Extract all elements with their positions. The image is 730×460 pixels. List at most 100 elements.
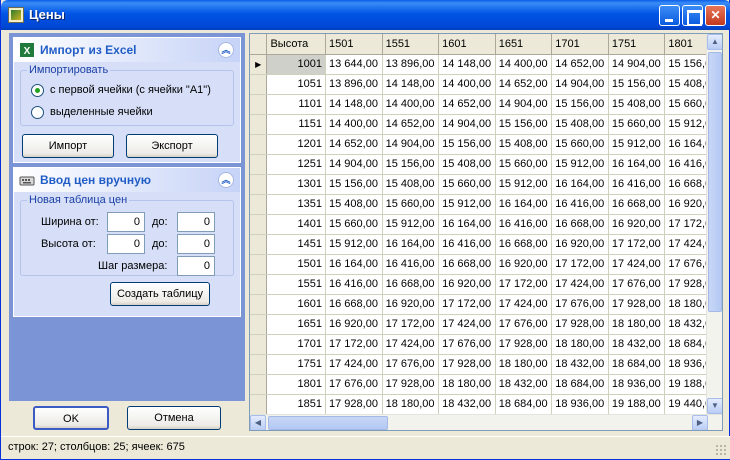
price-cell[interactable]: 17 676,00 bbox=[495, 314, 553, 335]
price-cell[interactable]: 17 172,00 bbox=[608, 234, 666, 255]
price-cell[interactable]: 14 904,00 bbox=[495, 94, 553, 115]
height-cell[interactable]: 1301 bbox=[266, 174, 327, 195]
price-cell[interactable]: 16 920,00 bbox=[438, 274, 496, 295]
price-cell[interactable]: 16 416,00 bbox=[438, 234, 496, 255]
price-cell[interactable]: 15 156,00 bbox=[325, 174, 383, 195]
price-cell[interactable]: 16 668,00 bbox=[438, 254, 496, 275]
close-button[interactable]: ✕ bbox=[705, 5, 726, 26]
create-table-button[interactable]: Создать таблицу bbox=[110, 282, 210, 306]
column-header[interactable]: 1601 bbox=[438, 34, 496, 55]
import-button[interactable]: Импорт bbox=[22, 134, 114, 158]
price-cell[interactable]: 17 172,00 bbox=[551, 254, 609, 275]
radio-first-cell-indicator[interactable] bbox=[31, 83, 44, 97]
scroll-up-icon[interactable]: ▲ bbox=[707, 34, 722, 50]
price-cell[interactable]: 17 676,00 bbox=[325, 374, 383, 395]
row-header[interactable] bbox=[250, 394, 268, 415]
table-row[interactable]: 1801 17 676,00 17 928,00 18 180,00 18 432,00… bbox=[250, 374, 722, 395]
price-cell[interactable]: 17 676,00 bbox=[438, 334, 496, 355]
price-cell[interactable]: 18 180,00 bbox=[495, 354, 553, 375]
price-cell[interactable]: 15 156,00 bbox=[438, 134, 496, 155]
table-row[interactable]: 1351 15 408,00 15 660,00 15 912,00 16 164,00… bbox=[250, 194, 722, 215]
price-cell[interactable]: 15 660,00 bbox=[325, 214, 383, 235]
row-header[interactable] bbox=[250, 74, 268, 95]
row-header[interactable] bbox=[250, 234, 268, 255]
price-cell[interactable]: 17 424,00 bbox=[382, 334, 440, 355]
price-cell[interactable]: 18 936,00 bbox=[551, 394, 609, 415]
price-cell[interactable]: 14 904,00 bbox=[608, 54, 666, 75]
price-cell[interactable]: 17 928,00 bbox=[495, 334, 553, 355]
price-cell[interactable]: 17 424,00 bbox=[325, 354, 383, 375]
price-cell[interactable]: 16 668,00 bbox=[608, 194, 666, 215]
ok-button[interactable]: OK bbox=[33, 406, 109, 430]
height-cell[interactable]: 1051 bbox=[266, 74, 327, 95]
row-header[interactable] bbox=[250, 334, 268, 355]
price-cell[interactable]: 17 172,00 bbox=[382, 314, 440, 335]
price-cell[interactable]: 14 400,00 bbox=[325, 114, 383, 135]
row-header[interactable] bbox=[250, 374, 268, 395]
price-cell[interactable]: 17 928,00 bbox=[438, 354, 496, 375]
price-cell[interactable]: 15 408,00 bbox=[551, 114, 609, 135]
price-cell[interactable]: 15 156,00 bbox=[551, 94, 609, 115]
price-cell[interactable]: 13 644,00 bbox=[325, 54, 383, 75]
price-cell[interactable]: 15 156,00 bbox=[382, 154, 440, 175]
height-to-input[interactable]: 0 bbox=[177, 234, 215, 254]
price-cell[interactable]: 18 432,00 bbox=[495, 374, 553, 395]
step-input[interactable]: 0 bbox=[177, 256, 215, 276]
minimize-button[interactable] bbox=[659, 5, 680, 26]
price-cell[interactable]: 17 928,00 bbox=[551, 314, 609, 335]
height-cell[interactable]: 1251 bbox=[266, 154, 327, 175]
table-row[interactable]: 1851 17 928,00 18 180,00 18 432,00 18 684,00… bbox=[250, 394, 722, 415]
vertical-scrollbar[interactable]: ▲ ▼ bbox=[706, 34, 722, 414]
price-cell[interactable]: 18 180,00 bbox=[551, 334, 609, 355]
price-cell[interactable]: 15 408,00 bbox=[325, 194, 383, 215]
row-header[interactable] bbox=[250, 194, 268, 215]
height-cell[interactable]: 1201 bbox=[266, 134, 327, 155]
price-cell[interactable]: 14 400,00 bbox=[438, 74, 496, 95]
table-row[interactable]: 1301 15 156,00 15 408,00 15 660,00 15 912,00… bbox=[250, 174, 722, 195]
column-header[interactable]: 1651 bbox=[495, 34, 553, 55]
price-cell[interactable]: 16 416,00 bbox=[551, 194, 609, 215]
height-cell[interactable]: 1651 bbox=[266, 314, 327, 335]
maximize-button[interactable] bbox=[682, 5, 703, 26]
price-cell[interactable]: 18 180,00 bbox=[608, 314, 666, 335]
price-cell[interactable]: 14 400,00 bbox=[382, 94, 440, 115]
table-row[interactable]: 1551 16 416,00 16 668,00 16 920,00 17 172,00… bbox=[250, 274, 722, 295]
height-cell[interactable]: 1701 bbox=[266, 334, 327, 355]
price-cell[interactable]: 16 668,00 bbox=[382, 274, 440, 295]
table-row[interactable]: 1201 14 652,00 14 904,00 15 156,00 15 408,00… bbox=[250, 134, 722, 155]
height-cell[interactable]: 1551 bbox=[266, 274, 327, 295]
height-cell[interactable]: 1851 bbox=[266, 394, 327, 415]
price-cell[interactable]: 15 912,00 bbox=[495, 174, 553, 195]
price-cell[interactable]: 13 896,00 bbox=[382, 54, 440, 75]
price-cell[interactable]: 15 912,00 bbox=[551, 154, 609, 175]
radio-selected-cells[interactable]: выделенные ячейки bbox=[31, 104, 153, 120]
row-header[interactable] bbox=[250, 314, 268, 335]
price-cell[interactable]: 17 172,00 bbox=[325, 334, 383, 355]
price-cell[interactable]: 16 920,00 bbox=[551, 234, 609, 255]
price-cell[interactable]: 18 684,00 bbox=[608, 354, 666, 375]
column-header[interactable]: 1751 bbox=[608, 34, 666, 55]
price-cell[interactable]: 17 676,00 bbox=[608, 274, 666, 295]
price-cell[interactable]: 16 668,00 bbox=[495, 234, 553, 255]
row-header[interactable] bbox=[250, 254, 268, 275]
price-cell[interactable]: 19 188,00 bbox=[608, 394, 666, 415]
row-header[interactable] bbox=[250, 294, 268, 315]
height-cell[interactable]: 1751 bbox=[266, 354, 327, 375]
price-cell[interactable]: 16 164,00 bbox=[495, 194, 553, 215]
price-cell[interactable]: 16 416,00 bbox=[382, 254, 440, 275]
price-cell[interactable]: 15 408,00 bbox=[382, 174, 440, 195]
price-cell[interactable]: 18 432,00 bbox=[608, 334, 666, 355]
table-row[interactable]: 1501 16 164,00 16 416,00 16 668,00 16 920,00… bbox=[250, 254, 722, 275]
price-cell[interactable]: 16 164,00 bbox=[382, 234, 440, 255]
price-cell[interactable]: 17 676,00 bbox=[382, 354, 440, 375]
height-cell[interactable]: 1601 bbox=[266, 294, 327, 315]
height-cell[interactable]: 1151 bbox=[266, 114, 327, 135]
table-row[interactable]: 1051 13 896,00 14 148,00 14 400,00 14 652,00… bbox=[250, 74, 722, 95]
price-cell[interactable]: 14 652,00 bbox=[551, 54, 609, 75]
row-header[interactable] bbox=[250, 354, 268, 375]
price-cell[interactable]: 16 416,00 bbox=[495, 214, 553, 235]
price-cell[interactable]: 18 432,00 bbox=[551, 354, 609, 375]
scroll-right-icon[interactable]: ▶ bbox=[692, 415, 708, 430]
price-cell[interactable]: 18 684,00 bbox=[551, 374, 609, 395]
height-cell[interactable]: 1801 bbox=[266, 374, 327, 395]
